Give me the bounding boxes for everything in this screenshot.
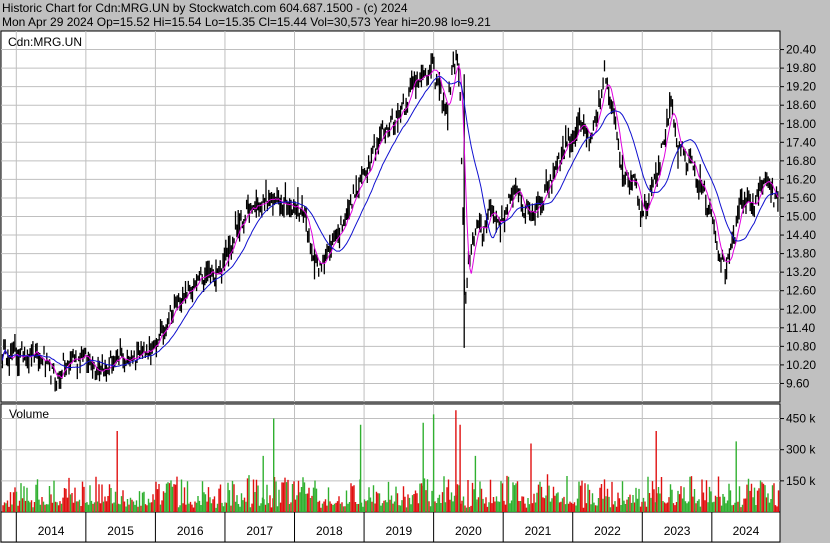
- price-tick-label-0: 20.40: [786, 43, 816, 57]
- year-label-2016: 2016: [177, 524, 204, 538]
- year-label-2017: 2017: [246, 524, 273, 538]
- price-tick-label-6: 16.80: [786, 154, 816, 168]
- price-tick-label-9: 15.00: [786, 210, 816, 224]
- year-label-2023: 2023: [664, 524, 691, 538]
- price-tick-label-10: 14.40: [786, 228, 816, 242]
- price-tick-label-1: 19.80: [786, 61, 816, 75]
- price-tick-label-5: 17.40: [786, 135, 816, 149]
- year-label-2014: 2014: [38, 524, 65, 538]
- year-label-2021: 2021: [525, 524, 552, 538]
- stock-chart: 20.40 19.80 19.20 18.60 18.00 17.40 16.80 16.20…: [0, 30, 816, 543]
- symbol-label: Cdn:MRG.UN: [8, 35, 82, 49]
- volume-label: Volume: [9, 407, 49, 421]
- price-tick-label-14: 12.00: [786, 302, 816, 316]
- year-label-2018: 2018: [316, 524, 343, 538]
- year-label-2024: 2024: [733, 524, 760, 538]
- price-tick-label-3: 18.60: [786, 98, 816, 112]
- price-tick-label-4: 18.00: [786, 117, 816, 131]
- price-tick-label-18: 9.60: [786, 376, 810, 390]
- volume-tick-label-1: 300 k: [786, 443, 816, 457]
- price-tick-label-16: 10.80: [786, 339, 816, 353]
- year-label-2022: 2022: [594, 524, 621, 538]
- year-label-2019: 2019: [385, 524, 412, 538]
- volume-tick-label-0: 450 k: [786, 412, 816, 426]
- price-tick-label-17: 10.20: [786, 358, 816, 372]
- price-tick-label-13: 12.60: [786, 284, 816, 298]
- price-tick-label-11: 13.80: [786, 247, 816, 261]
- price-tick-label-7: 16.20: [786, 172, 816, 186]
- price-tick-label-15: 11.40: [786, 321, 815, 335]
- volume-tick-label-2: 150 k: [786, 474, 816, 488]
- price-tick-label-12: 13.20: [786, 265, 816, 279]
- year-label-2015: 2015: [107, 524, 134, 538]
- price-tick-label-8: 15.60: [786, 191, 816, 205]
- price-tick-label-2: 19.20: [786, 80, 816, 94]
- year-label-2020: 2020: [455, 524, 482, 538]
